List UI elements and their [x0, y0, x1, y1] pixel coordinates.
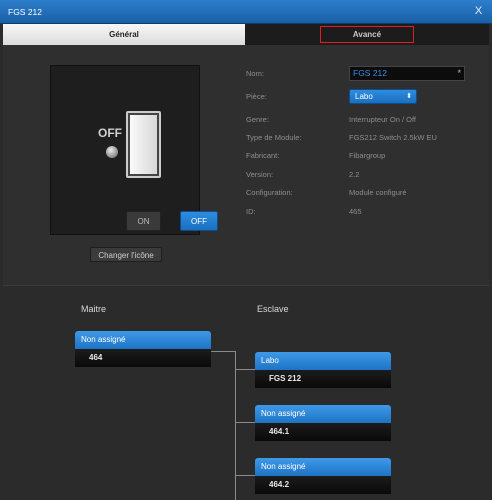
name-value: FGS 212: [353, 68, 388, 78]
window-titlebar: FGS 212 X: [0, 0, 492, 24]
section-divider: [3, 285, 489, 286]
tab-general[interactable]: Général: [3, 24, 245, 45]
window-title: FGS 212: [8, 7, 43, 17]
slave-card[interactable]: Non assigné 464.1: [255, 405, 391, 441]
required-star-icon: *: [457, 68, 461, 78]
prop-id-label: ID:: [246, 207, 256, 216]
prop-module-type-value: FGS212 Switch 2.5kW EU: [349, 133, 437, 142]
slave-card[interactable]: Non assigné 464.2: [255, 458, 391, 494]
updown-arrow-icon: ⬍: [406, 93, 412, 100]
master-card-head: Non assigné: [75, 331, 211, 349]
connector-branch: [235, 475, 255, 476]
prop-version-label: Version:: [246, 170, 274, 179]
slave-card-head: Non assigné: [255, 458, 391, 476]
prop-maker-label: Fabricant:: [246, 151, 280, 160]
room-value: Labo: [355, 92, 373, 101]
switch-state-label: OFF: [98, 126, 122, 140]
slave-card[interactable]: Labo FGS 212: [255, 352, 391, 388]
tab-advanced-label: Avancé: [320, 26, 414, 43]
slave-title: Esclave: [257, 304, 289, 314]
connector-trunk: [235, 351, 236, 500]
change-icon-button[interactable]: Changer l'icône: [90, 247, 162, 262]
master-card-value: 464: [75, 349, 211, 367]
prop-kind-label: Genre:: [246, 115, 269, 124]
on-button[interactable]: ON: [126, 211, 161, 231]
room-select[interactable]: Labo ⬍: [349, 89, 417, 104]
switch-preview: OFF ON OFF: [50, 65, 218, 235]
master-card[interactable]: Non assigné 464: [75, 331, 211, 367]
prop-name-label: Nom:: [246, 69, 264, 78]
master-title: Maitre: [81, 304, 107, 314]
prop-id-value: 465: [349, 207, 362, 216]
device-panel: OFF ON OFF Changer l'icône Nom: FGS 212 …: [3, 45, 489, 285]
slave-card-value: FGS 212: [255, 370, 391, 388]
tab-advanced[interactable]: Avancé: [245, 24, 489, 45]
slave-card-head: Non assigné: [255, 405, 391, 423]
prop-maker-value: Fibargroup: [349, 151, 386, 160]
prop-config-value: Module configuré: [349, 188, 407, 197]
slave-card-head: Labo: [255, 352, 391, 370]
tab-bar: Général Avancé: [3, 24, 489, 45]
prop-room-label: Pièce:: [246, 92, 267, 101]
slave-card-value: 464.1: [255, 423, 391, 441]
status-led-icon: [106, 146, 118, 158]
rocker-switch-icon[interactable]: [126, 111, 161, 178]
association-panel: Maitre Esclave Non assigné 464 Labo FGS …: [3, 287, 489, 500]
connector-branch: [235, 422, 255, 423]
connector-branch: [235, 369, 255, 370]
connector-line: [211, 351, 235, 352]
prop-module-type-label: Type de Module:: [246, 133, 302, 142]
prop-config-label: Configuration:: [246, 188, 293, 197]
off-button[interactable]: OFF: [180, 211, 218, 231]
prop-kind-value: Interrupteur On / Off: [349, 115, 416, 124]
close-icon[interactable]: X: [472, 5, 485, 18]
slave-card-value: 464.2: [255, 476, 391, 494]
name-input[interactable]: FGS 212 *: [349, 66, 465, 81]
prop-version-value: 2.2: [349, 170, 360, 179]
